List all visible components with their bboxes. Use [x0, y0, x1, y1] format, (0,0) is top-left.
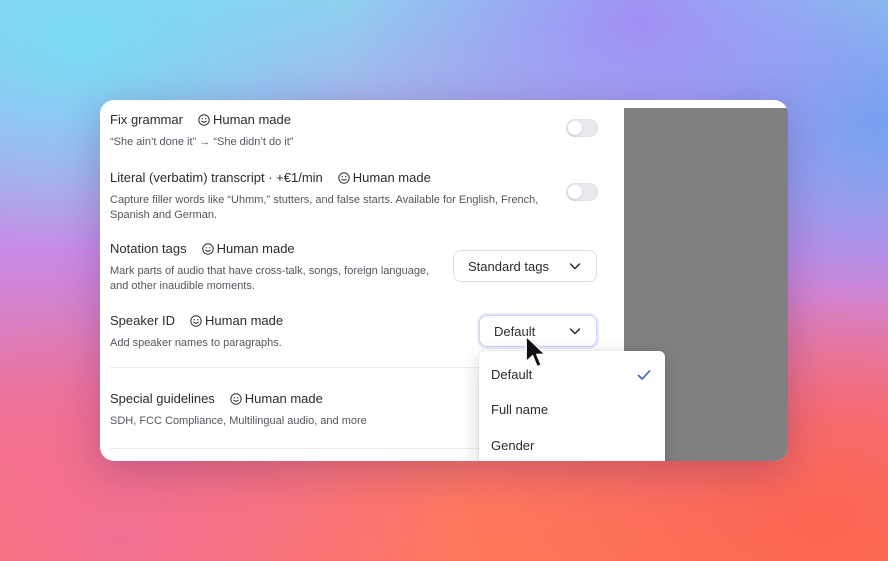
smile-icon	[190, 314, 202, 327]
smile-icon	[230, 392, 242, 405]
fix-grammar-toggle[interactable]	[566, 119, 598, 137]
option-literal-transcript: Literal (verbatim) transcript · +€1/min …	[110, 170, 600, 223]
smile-icon	[198, 113, 210, 126]
option-title: Special guidelines	[110, 391, 215, 406]
menu-item-full-name[interactable]: Full name	[491, 402, 548, 417]
human-made-badge: Human made	[230, 391, 323, 406]
human-made-badge: Human made	[338, 170, 431, 185]
menu-item-gender[interactable]: Gender	[491, 438, 534, 453]
smile-icon	[338, 171, 350, 184]
human-made-badge: Human made	[201, 241, 295, 256]
badge-label: Human made	[352, 170, 431, 185]
human-made-badge: Human made	[190, 313, 283, 328]
human-made-badge: Human made	[198, 112, 291, 127]
badge-label: Human made	[216, 241, 295, 256]
badge-label: Human made	[244, 391, 323, 406]
option-title: Notation tags	[110, 241, 187, 256]
option-title: Fix grammar	[110, 112, 183, 127]
option-description: “She ain’t done it” → “She didn’t do it”	[110, 136, 294, 148]
select-value: Standard tags	[468, 258, 549, 274]
badge-label: Human made	[212, 112, 291, 127]
chevron-down-icon	[569, 328, 581, 335]
option-description: Capture filler words like “Uhmm,” stutte…	[110, 194, 539, 221]
chevron-down-icon	[569, 263, 581, 270]
option-title: Speaker ID	[110, 313, 176, 328]
mouse-pointer-icon	[525, 335, 547, 368]
badge-label: Human made	[205, 313, 284, 328]
speaker-id-menu: Default Full name Gender	[479, 351, 665, 461]
option-title: Literal (verbatim) transcript · +€1/min	[110, 170, 323, 185]
option-description: Mark parts of audio that have cross-talk…	[110, 265, 430, 292]
notation-tags-select[interactable]: Standard tags	[453, 250, 597, 282]
smile-icon	[201, 242, 214, 255]
literal-transcript-toggle[interactable]	[566, 183, 598, 201]
option-fix-grammar: Fix grammar Human made “She ain’t done i…	[110, 112, 600, 150]
check-icon	[637, 370, 651, 380]
settings-card: Fix grammar Human made “She ain’t done i…	[100, 100, 788, 461]
